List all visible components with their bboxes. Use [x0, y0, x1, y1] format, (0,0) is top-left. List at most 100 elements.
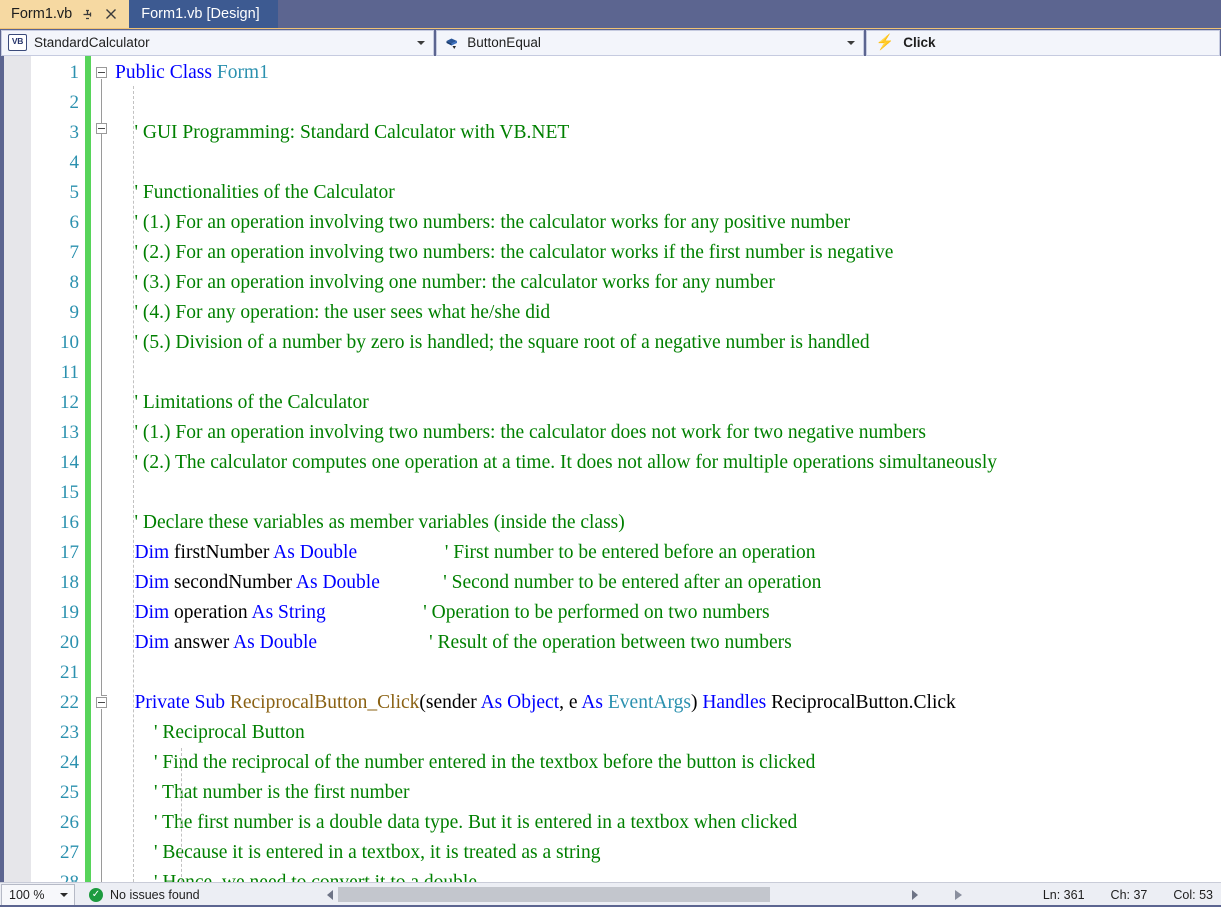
code-line[interactable]: ' Hence, we need to convert it to a doub…	[113, 868, 1221, 882]
code-token: As	[581, 692, 608, 713]
code-line[interactable]	[113, 658, 1221, 688]
close-icon[interactable]	[102, 4, 120, 24]
code-line[interactable]: ' Limitations of the Calculator	[113, 388, 1221, 418]
line-number: 20	[60, 632, 79, 653]
status-bar: 100 % ✓ No issues found Ln: 361 Ch: 37 C…	[0, 882, 1221, 907]
code-token: Form1	[216, 62, 269, 83]
code-line[interactable]: Dim firstNumber As Double ' First number…	[113, 538, 1221, 568]
member-dropdown[interactable]: ButtonEqual	[436, 29, 864, 56]
tab-form1-vb[interactable]: Form1.vb	[0, 0, 130, 28]
line-number: 4	[69, 152, 80, 173]
code-line[interactable]: Private Sub ReciprocalButton_Click(sende…	[113, 688, 1221, 718]
scrollbar-track[interactable]	[338, 887, 906, 902]
code-token: ReciprocalButton_Click	[229, 692, 420, 713]
event-value: Click	[903, 35, 936, 50]
code-token: ' (4.) For any operation: the user sees …	[115, 302, 551, 323]
project-type-dropdown[interactable]: VB StandardCalculator	[1, 29, 435, 56]
success-check-icon: ✓	[89, 888, 103, 902]
vb-file-icon: VB	[8, 34, 27, 51]
line-number: 15	[60, 482, 79, 503]
code-token: ' GUI Programming: Standard Calculator w…	[115, 122, 570, 143]
code-line[interactable]: ' GUI Programming: Standard Calculator w…	[113, 118, 1221, 148]
code-line[interactable]: ' (1.) For an operation involving two nu…	[113, 208, 1221, 238]
line-number: 2	[69, 92, 80, 113]
code-token: ' Reciprocal Button	[115, 722, 305, 743]
chevron-down-icon[interactable]	[846, 40, 855, 45]
chevron-down-icon[interactable]	[417, 40, 426, 45]
tab-form1-vb-design-label: Form1.vb [Design]	[141, 6, 260, 22]
code-text-area[interactable]: Public Class Form1 ' GUI Programming: St…	[113, 56, 1221, 882]
code-line[interactable]: Public Class Form1	[113, 58, 1221, 88]
line-number: 22	[60, 692, 79, 713]
line-number: 16	[60, 512, 79, 533]
line-number: 21	[60, 662, 79, 683]
code-token: Dim	[134, 572, 170, 593]
event-dropdown[interactable]: ⚡ Click	[865, 29, 1220, 56]
code-line[interactable]: ' Because it is entered in a textbox, it…	[113, 838, 1221, 868]
line-number: 6	[69, 212, 80, 233]
visual-studio-window: Form1.vb Form1.vb [Design] VB StandardCa…	[0, 0, 1221, 907]
code-token: Dim	[134, 602, 170, 623]
line-number: 13	[60, 422, 79, 443]
code-editor[interactable]: 1 2 3 4 5 6 7 8 9 10 11 12 13 14 15 16 17 18 19 20 21 22 23 24 2…	[0, 56, 1221, 882]
code-line[interactable]: Dim secondNumber As Double ' Second numb…	[113, 568, 1221, 598]
issues-status[interactable]: ✓ No issues found	[89, 888, 200, 902]
code-token: As Double	[233, 632, 318, 653]
code-line[interactable]: ' Declare these variables as member vari…	[113, 508, 1221, 538]
code-line[interactable]: ' Find the reciprocal of the number ente…	[113, 748, 1221, 778]
code-token: ' The first number is a double data type…	[115, 812, 798, 833]
fold-toggle-comment-block[interactable]	[96, 123, 107, 134]
code-token: Private Sub	[134, 692, 230, 713]
code-token: ' Hence, we need to convert it to a doub…	[115, 872, 477, 882]
line-number: 12	[60, 392, 79, 413]
line-number: 19	[60, 602, 79, 623]
code-line[interactable]	[113, 88, 1221, 118]
code-line[interactable]: ' Functionalities of the Calculator	[113, 178, 1221, 208]
chevron-down-icon[interactable]	[60, 893, 68, 897]
code-line[interactable]	[113, 358, 1221, 388]
status-column-number: Col: 53	[1173, 888, 1213, 902]
tab-form1-vb-label: Form1.vb	[11, 6, 73, 22]
line-number: 11	[60, 362, 79, 383]
line-number: 5	[69, 182, 80, 203]
scrollbar-thumb[interactable]	[338, 887, 770, 902]
horizontal-scrollbar[interactable]	[321, 885, 923, 904]
code-line[interactable]: ' (2.) The calculator computes one opera…	[113, 448, 1221, 478]
code-token: ' (2.) For an operation involving two nu…	[115, 242, 894, 263]
outlining-margin[interactable]	[91, 56, 113, 882]
code-line[interactable]	[113, 148, 1221, 178]
code-line[interactable]: ' (4.) For any operation: the user sees …	[113, 298, 1221, 328]
code-token: As String	[251, 602, 326, 623]
line-number: 23	[60, 722, 79, 743]
line-number: 25	[60, 782, 79, 803]
zoom-level-dropdown[interactable]: 100 %	[1, 883, 75, 907]
code-line[interactable]	[113, 478, 1221, 508]
code-line[interactable]: ' Reciprocal Button	[113, 718, 1221, 748]
line-number: 1	[69, 62, 80, 83]
code-line[interactable]: ' (5.) Division of a number by zero is h…	[113, 328, 1221, 358]
scroll-right-arrow-icon[interactable]	[906, 885, 923, 904]
code-line[interactable]: ' (1.) For an operation involving two nu…	[113, 418, 1221, 448]
code-token: answer	[169, 632, 234, 653]
line-number: 10	[60, 332, 79, 353]
breakpoint-margin[interactable]	[4, 56, 31, 882]
code-line[interactable]: Dim answer As Double ' Result of the ope…	[113, 628, 1221, 658]
code-line[interactable]: Dim operation As String ' Operation to b…	[113, 598, 1221, 628]
fold-toggle-class[interactable]	[96, 67, 107, 78]
code-line[interactable]: ' (2.) For an operation involving two nu…	[113, 238, 1221, 268]
code-line[interactable]: ' That number is the first number	[113, 778, 1221, 808]
code-line[interactable]: ' The first number is a double data type…	[113, 808, 1221, 838]
play-arrow-icon[interactable]	[955, 890, 962, 900]
scroll-left-arrow-icon[interactable]	[321, 885, 338, 904]
code-token: Dim	[134, 542, 170, 563]
tab-form1-vb-design[interactable]: Form1.vb [Design]	[129, 0, 278, 28]
fold-toggle-sub[interactable]	[96, 697, 107, 708]
pin-icon[interactable]	[78, 4, 96, 24]
code-token: Dim	[134, 632, 170, 653]
caret-position-group: Ln: 361 Ch: 37 Col: 53	[1043, 888, 1213, 902]
code-line[interactable]: ' (3.) For an operation involving one nu…	[113, 268, 1221, 298]
line-number: 24	[60, 752, 79, 773]
